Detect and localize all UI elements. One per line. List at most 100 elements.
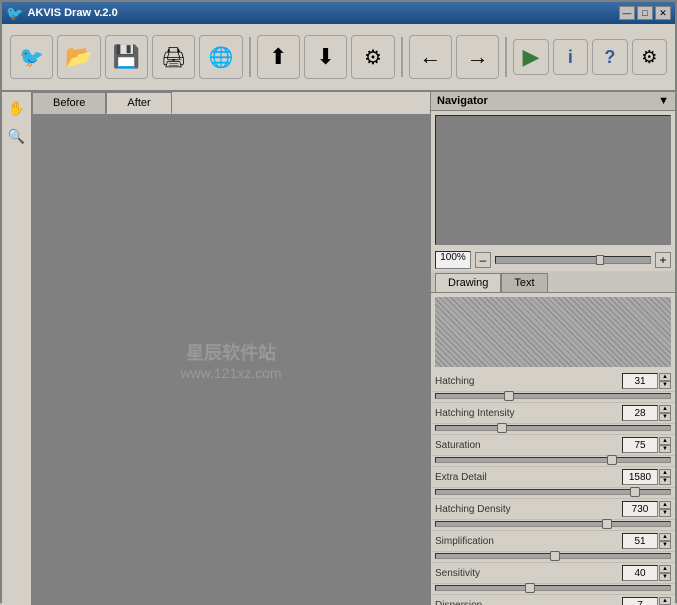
open-button[interactable]: 📂 [57,35,100,79]
print-button[interactable]: 🖨 [152,35,195,79]
save-button[interactable]: 💾 [105,35,148,79]
zoom-in-button[interactable]: + [655,252,671,268]
setting-label-hatching: Hatching [435,376,622,387]
play-button[interactable]: ▶ [513,39,548,75]
slider-row-simplification [431,552,675,563]
forward-button[interactable]: → [456,35,499,79]
tab-drawing[interactable]: Drawing [435,273,501,292]
canvas-tabs: Before After [32,92,430,115]
settings-container: Hatching31▲▼Hatching Intensity28▲▼Satura… [431,371,675,605]
hand-tool[interactable]: ✋ [5,96,29,120]
slider-thumb-simplification[interactable] [550,551,560,561]
setting-row-extra-detail: Extra Detail1580▲▼ [431,467,675,488]
toolbar: 🐦 📂 💾 🖨 🌐 ⬆ ⬇ ⚙ ← → ▶ i ? ⚙ [2,24,675,92]
slider-row-saturation [431,456,675,467]
spin-up-sensitivity[interactable]: ▲ [659,565,671,573]
spin-up-hatching-intensity[interactable]: ▲ [659,405,671,413]
setting-value-extra-detail[interactable]: 1580 [622,469,658,485]
web-button[interactable]: 🌐 [199,35,242,79]
slider-thumb-extra-detail[interactable] [630,487,640,497]
slider-row-hatching [431,392,675,403]
spin-down-sensitivity[interactable]: ▼ [659,573,671,581]
preferences-button[interactable]: ⚙ [632,39,667,75]
slider-thumb-hatching-intensity[interactable] [497,423,507,433]
slider-thumb-sensitivity[interactable] [525,583,535,593]
zoom-value[interactable]: 100% [435,251,471,269]
spin-up-saturation[interactable]: ▲ [659,437,671,445]
settings-button[interactable]: ⚙ [351,35,394,79]
zoom-thumb[interactable] [596,255,604,265]
left-tools: ✋ 🔍 [2,92,32,605]
title-bar-left: 🐦 AKVIS Draw v.2.0 [6,5,118,22]
upload-button[interactable]: ⬆ [257,35,300,79]
tab-text[interactable]: Text [501,273,547,292]
slider-track-hatching-intensity[interactable] [435,425,671,431]
help-button[interactable]: ? [592,39,627,75]
title-buttons: — □ ✕ [619,6,671,20]
spin-down-saturation[interactable]: ▼ [659,445,671,453]
slider-track-extra-detail[interactable] [435,489,671,495]
setting-spinner-hatching: ▲▼ [659,373,671,389]
spin-up-hatching-density[interactable]: ▲ [659,501,671,509]
setting-value-simplification[interactable]: 51 [622,533,658,549]
slider-track-hatching[interactable] [435,393,671,399]
watermark: 星辰软件站 www.121xz.com [180,339,281,381]
tab-after[interactable]: After [106,92,171,114]
slider-track-simplification[interactable] [435,553,671,559]
setting-value-hatching-intensity[interactable]: 28 [622,405,658,421]
slider-track-hatching-density[interactable] [435,521,671,527]
setting-spinner-extra-detail: ▲▼ [659,469,671,485]
setting-label-extra-detail: Extra Detail [435,472,622,483]
setting-value-hatching-density[interactable]: 730 [622,501,658,517]
spin-up-simplification[interactable]: ▲ [659,533,671,541]
spin-up-dispersion[interactable]: ▲ [659,597,671,605]
spin-down-extra-detail[interactable]: ▼ [659,477,671,485]
download-button[interactable]: ⬇ [304,35,347,79]
close-button[interactable]: ✕ [655,6,671,20]
setting-row-simplification: Simplification51▲▼ [431,531,675,552]
tab-before[interactable]: Before [32,92,106,114]
back-button[interactable]: ← [409,35,452,79]
title-text: AKVIS Draw v.2.0 [27,7,117,19]
setting-label-sensitivity: Sensitivity [435,568,622,579]
setting-label-hatching-density: Hatching Density [435,504,622,515]
spin-up-hatching[interactable]: ▲ [659,373,671,381]
canvas-view[interactable]: 星辰软件站 www.121xz.com [32,115,430,605]
slider-thumb-hatching[interactable] [504,391,514,401]
setting-value-dispersion[interactable]: 7 [622,597,658,605]
zoom-out-button[interactable]: – [475,252,491,268]
setting-spinner-hatching-intensity: ▲▼ [659,405,671,421]
watermark-line2: www.121xz.com [180,365,281,381]
spin-up-extra-detail[interactable]: ▲ [659,469,671,477]
zoom-track[interactable] [495,256,651,264]
slider-thumb-hatching-density[interactable] [602,519,612,529]
spin-down-hatching-intensity[interactable]: ▼ [659,413,671,421]
toolbar-separator-2 [401,37,403,77]
toolbar-separator-3 [505,37,507,77]
spin-down-hatching[interactable]: ▼ [659,381,671,389]
navigator-preview[interactable] [435,115,671,245]
setting-value-saturation[interactable]: 75 [622,437,658,453]
setting-value-sensitivity[interactable]: 40 [622,565,658,581]
info-button[interactable]: i [553,39,588,75]
setting-label-hatching-intensity: Hatching Intensity [435,408,622,419]
drawing-tabs: Drawing Text [431,271,675,293]
setting-label-saturation: Saturation [435,440,622,451]
slider-track-sensitivity[interactable] [435,585,671,591]
logo-button[interactable]: 🐦 [10,35,53,79]
thumb-pixels [435,297,671,367]
drawing-panel[interactable]: Drawing Text Hatching31▲▼Hatching Intens… [431,271,675,605]
app-icon: 🐦 [6,5,23,22]
zoom-tool[interactable]: 🔍 [5,124,29,148]
spin-down-hatching-density[interactable]: ▼ [659,509,671,517]
slider-track-saturation[interactable] [435,457,671,463]
slider-row-hatching-density [431,520,675,531]
maximize-button[interactable]: □ [637,6,653,20]
canvas-area: Before After 星辰软件站 www.121xz.com [32,92,430,605]
minimize-button[interactable]: — [619,6,635,20]
spin-down-simplification[interactable]: ▼ [659,541,671,549]
slider-thumb-saturation[interactable] [607,455,617,465]
watermark-line1: 星辰软件站 [180,339,281,365]
navigator-arrow: ▼ [658,95,669,107]
setting-value-hatching[interactable]: 31 [622,373,658,389]
